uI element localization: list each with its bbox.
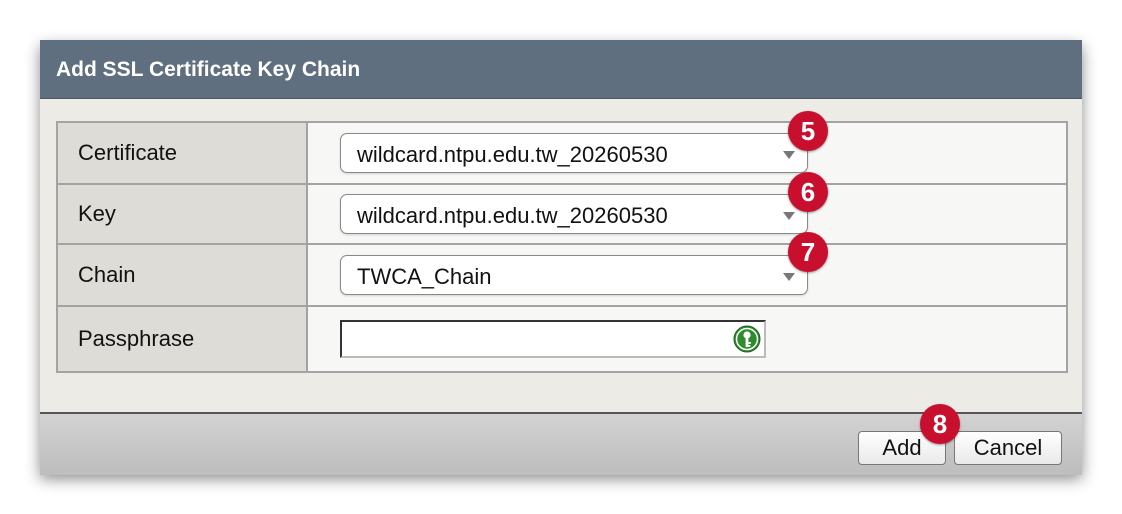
callout-badge-7: 7 [788, 232, 828, 272]
chevron-down-icon [783, 212, 795, 220]
chevron-down-icon [783, 151, 795, 159]
chain-label-cell: Chain [58, 245, 308, 305]
chain-row: Chain TWCA_Chain [58, 245, 1066, 305]
key-row: Key wildcard.ntpu.edu.tw_20260530 [58, 185, 1066, 243]
cancel-button[interactable]: Cancel [954, 431, 1062, 465]
passphrase-input[interactable] [340, 320, 766, 358]
chain-label: Chain [78, 262, 136, 287]
certificate-row: Certificate wildcard.ntpu.edu.tw_2026053… [58, 123, 1066, 183]
dialog-title: Add SSL Certificate Key Chain [56, 58, 361, 81]
certificate-label: Certificate [78, 140, 178, 165]
passphrase-label: Passphrase [78, 326, 195, 351]
key-value-cell: wildcard.ntpu.edu.tw_20260530 [308, 185, 1066, 243]
key-icon[interactable] [733, 325, 761, 353]
passphrase-value-cell [308, 307, 1066, 371]
callout-badge-8: 8 [920, 404, 960, 444]
chain-selected-value: TWCA_Chain [357, 264, 492, 289]
certificate-label-cell: Certificate [58, 123, 308, 183]
passphrase-row: Passphrase [58, 307, 1066, 371]
certificate-value-cell: wildcard.ntpu.edu.tw_20260530 [308, 123, 1066, 183]
key-label: Key [78, 201, 116, 226]
key-select[interactable]: wildcard.ntpu.edu.tw_20260530 [340, 194, 808, 234]
key-label-cell: Key [58, 185, 308, 243]
chain-value-cell: TWCA_Chain [308, 245, 1066, 305]
passphrase-label-cell: Passphrase [58, 307, 308, 371]
add-ssl-key-chain-dialog: Add SSL Certificate Key Chain Certificat… [40, 40, 1082, 475]
key-chain-form: Certificate wildcard.ntpu.edu.tw_2026053… [56, 121, 1068, 373]
chevron-down-icon [783, 273, 795, 281]
callout-badge-6: 6 [788, 172, 828, 212]
callout-badge-5: 5 [788, 111, 828, 151]
certificate-select[interactable]: wildcard.ntpu.edu.tw_20260530 [340, 133, 808, 173]
dialog-titlebar: Add SSL Certificate Key Chain [40, 40, 1082, 99]
certificate-selected-value: wildcard.ntpu.edu.tw_20260530 [357, 142, 668, 167]
key-selected-value: wildcard.ntpu.edu.tw_20260530 [357, 203, 668, 228]
chain-select[interactable]: TWCA_Chain [340, 255, 808, 295]
